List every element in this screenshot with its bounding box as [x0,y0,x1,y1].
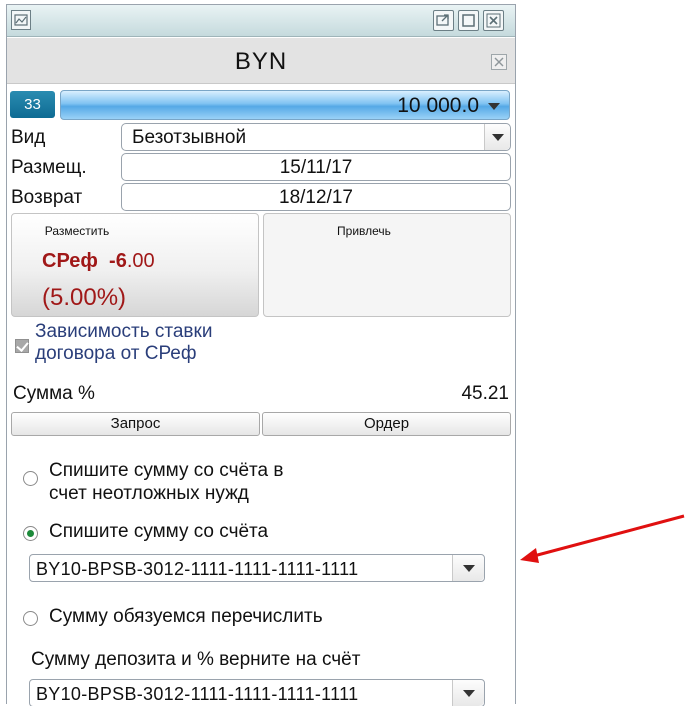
chevron-down-icon [492,134,504,141]
dependency-label: Зависимость ставки договора от СРеф [35,321,335,365]
place-rate-panel[interactable]: Разместить СРеф -6.00 (5.00%) [11,213,259,317]
close-panel-icon[interactable] [491,54,507,70]
summa-value: 45.21 [461,383,509,404]
undock-icon[interactable] [433,10,454,31]
vid-dropdown-button[interactable] [484,124,510,150]
rate-dec: .00 [126,250,155,272]
return-account-dropdown[interactable] [452,680,484,706]
chevron-down-icon [463,565,475,572]
vozvrat-date-field[interactable]: 18/12/17 [121,183,511,211]
request-button[interactable]: Запрос [11,412,260,436]
rate-percent: (5.00%) [42,284,127,311]
amount-row: 33 10 000.0 [10,90,512,120]
vid-value: Безотзывной [132,127,247,148]
amount-value: 10 000.0 [397,94,479,117]
rate-value: СРеф -6.00 [42,250,155,273]
place-header: Разместить [44,224,110,238]
amount-input[interactable]: 10 000.0 [60,90,510,120]
option1-label[interactable]: Спишите сумму со счёта в счет неотложных… [49,459,283,505]
rate-int: -6 [109,250,127,272]
option1-radio[interactable] [23,471,38,486]
debit-account-select[interactable]: BY10-BPSB-3012-1111-1111-1111-1111 [29,554,485,582]
order-button[interactable]: Ордер [262,412,511,436]
attract-rate-panel[interactable]: Привлечь [263,213,511,317]
option1-line1: Спишите сумму со счёта в [49,460,284,481]
option3-radio[interactable] [23,611,38,626]
currency-header: BYN [7,38,515,84]
chevron-down-icon[interactable] [488,103,500,110]
dependency-label-line2: договора от СРеф [35,343,197,364]
dependency-checkbox[interactable] [15,339,29,353]
currency-title: BYN [234,48,288,75]
return-account-select[interactable]: BY10-BPSB-3012-1111-1111-1111-1111 [29,679,485,706]
summa-row: Сумма % 45.21 [7,383,515,409]
debit-account-value: BY10-BPSB-3012-1111-1111-1111-1111 [36,559,359,579]
debit-account-dropdown[interactable] [452,555,484,581]
dependency-label-line1: Зависимость ставки [35,321,213,342]
vid-label: Вид [11,127,46,148]
vid-row: Вид Безотзывной [7,122,515,152]
title-bar [7,5,515,37]
razmesh-date-field[interactable]: 15/11/17 [121,153,511,181]
vid-select[interactable]: Безотзывной [121,123,511,151]
summa-label: Сумма % [13,383,95,404]
deposit-window: BYN 33 10 000.0 Вид Безотзывной Размещ. … [6,4,516,706]
razmesh-row: Размещ. 15/11/17 [7,152,515,182]
return-account-label: Сумму депозита и % верните на счёт [31,649,361,670]
vozvrat-row: Возврат 18/12/17 [7,182,515,212]
option2-radio[interactable] [23,526,38,541]
vozvrat-label: Возврат [11,187,83,208]
annotation-arrow-icon [520,514,685,563]
maximize-icon[interactable] [458,10,479,31]
return-account-value: BY10-BPSB-3012-1111-1111-1111-1111 [36,684,359,704]
option3-label[interactable]: Сумму обязуемся перечислить [49,605,323,628]
chevron-down-icon [463,690,475,697]
window-app-icon [11,10,31,30]
close-window-icon[interactable] [483,10,504,31]
rate-name: СРеф [42,250,98,272]
vozvrat-value: 18/12/17 [279,187,353,208]
action-buttons: Запрос Ордер [11,412,511,436]
option2-label[interactable]: Спишите сумму со счёта [49,520,268,543]
attract-header: Привлечь [337,224,391,238]
counter-badge[interactable]: 33 [10,91,55,118]
option1-line2: счет неотложных нужд [49,483,249,504]
razmesh-label: Размещ. [11,157,87,178]
razmesh-value: 15/11/17 [279,157,353,178]
